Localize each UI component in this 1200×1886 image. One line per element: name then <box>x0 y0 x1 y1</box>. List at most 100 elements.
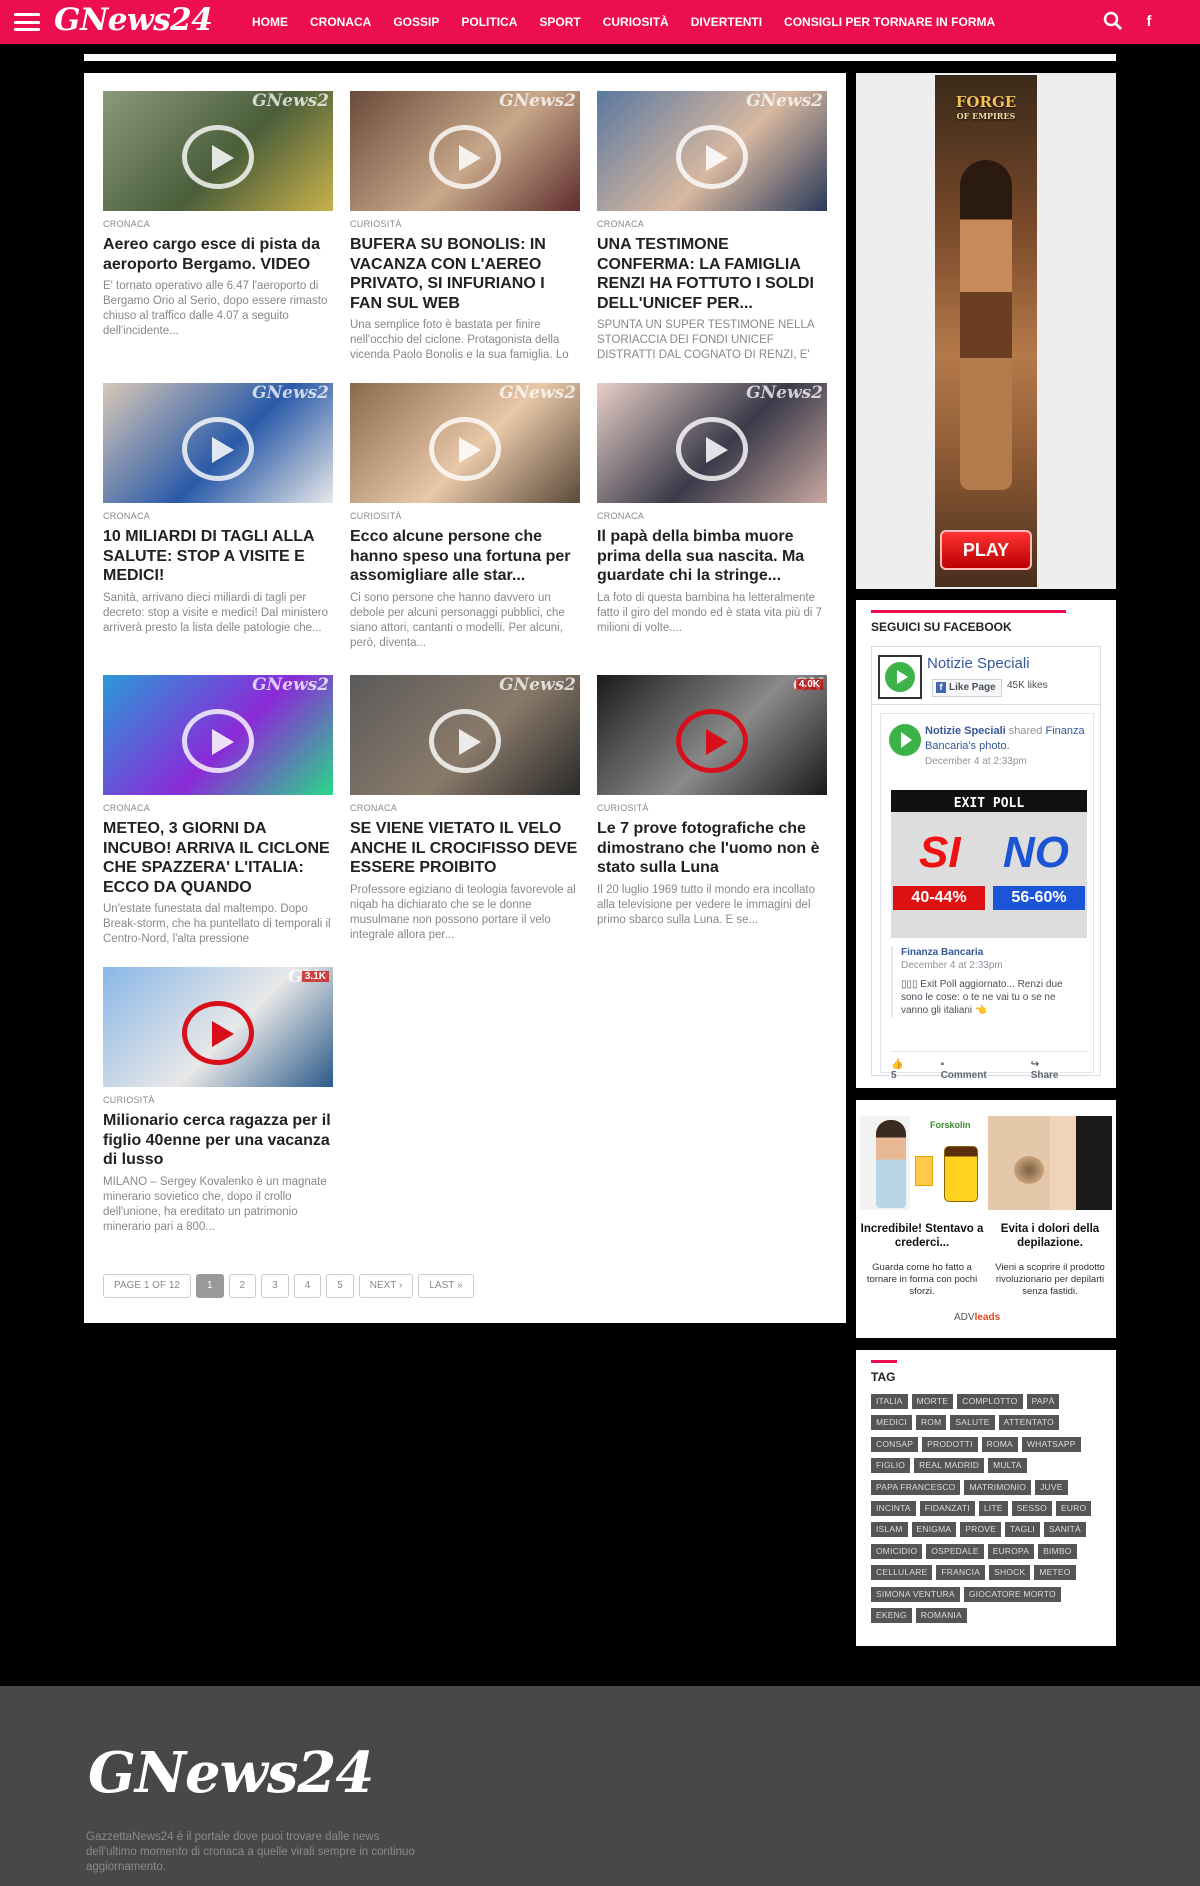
tag-enigma[interactable]: ENIGMA <box>911 1522 957 1538</box>
page-5-button[interactable]: 5 <box>326 1274 354 1298</box>
tag-real-madrid[interactable]: REAL MADRID <box>914 1458 985 1474</box>
tag-bimbo[interactable]: BIMBO <box>1038 1543 1077 1559</box>
menu-item-sport[interactable]: SPORT <box>539 0 580 44</box>
ad-title-1[interactable]: Incredibile! Stentavo a crederci... <box>860 1222 984 1250</box>
tag-francia[interactable]: FRANCIA <box>936 1565 986 1581</box>
tag-juve[interactable]: JUVE <box>1035 1479 1068 1495</box>
article-title[interactable]: Aereo cargo esce di pista da aeroporto B… <box>103 235 333 274</box>
post-author[interactable]: Notizie Speciali <box>925 725 1006 737</box>
article-title[interactable]: METEO, 3 GIORNI DA INCUBO! ARRIVA IL CIC… <box>103 819 333 897</box>
menu-item-consigli-per-tornare-in-forma[interactable]: CONSIGLI PER TORNARE IN FORMA <box>784 0 995 44</box>
article-thumbnail[interactable]: GNews2 <box>350 675 580 795</box>
article-category[interactable]: CURIOSITÀ <box>350 219 580 229</box>
article-thumbnail[interactable]: GN4.0K <box>597 675 827 795</box>
page-2-button[interactable]: 2 <box>228 1274 257 1298</box>
tag-prodotti[interactable]: PRODOTTI <box>922 1436 978 1452</box>
article-thumbnail[interactable]: GNe3.1K <box>103 967 333 1087</box>
menu-item-cronaca[interactable]: CRONACA <box>310 0 371 44</box>
play-icon[interactable] <box>182 709 254 773</box>
ad-image-depilation[interactable] <box>988 1116 1112 1210</box>
tag-multa[interactable]: MULTA <box>988 1458 1027 1474</box>
ad-image-forskolin[interactable]: Forskolin <box>860 1116 984 1210</box>
play-icon[interactable] <box>676 125 748 189</box>
tag-ekeng[interactable]: EKENG <box>871 1607 912 1623</box>
like-page-button[interactable]: Like Page <box>932 679 1002 697</box>
share-button[interactable]: ↪ Share <box>1031 1059 1081 1081</box>
tag-sesso[interactable]: SESSO <box>1011 1500 1052 1516</box>
tag-ospedale[interactable]: OSPEDALE <box>926 1543 984 1559</box>
article-title[interactable]: SE VIENE VIETATO IL VELO ANCHE IL CROCIF… <box>350 819 580 878</box>
article-thumbnail[interactable]: GNews2 <box>103 383 333 503</box>
play-icon[interactable] <box>182 1001 254 1065</box>
article-title[interactable]: Il papà della bimba muore prima della su… <box>597 527 827 586</box>
article-title[interactable]: 10 MILIARDI DI TAGLI ALLA SALUTE: STOP A… <box>103 527 333 586</box>
page-1-button[interactable]: 1 <box>195 1274 224 1298</box>
tag-consap[interactable]: CONSAP <box>871 1436 919 1452</box>
tag-pap-[interactable]: PAPÀ <box>1026 1394 1060 1409</box>
tag-euro[interactable]: EURO <box>1055 1500 1092 1516</box>
facebook-icon[interactable]: f <box>1138 11 1160 33</box>
tag-morte[interactable]: MORTE <box>911 1394 954 1409</box>
article-title[interactable]: Milionario cerca ragazza per il figlio 4… <box>103 1111 333 1170</box>
tag-europa[interactable]: EUROPA <box>987 1543 1035 1559</box>
hamburger-icon[interactable] <box>14 13 40 31</box>
page-avatar[interactable] <box>878 655 922 699</box>
play-icon[interactable] <box>182 125 254 189</box>
tag-lite[interactable]: LITE <box>978 1500 1008 1516</box>
tag-omicidio[interactable]: OMICIDIO <box>871 1543 923 1559</box>
article-title[interactable]: BUFERA SU BONOLIS: IN VACANZA CON L'AERE… <box>350 235 580 313</box>
tag-matrimonio[interactable]: MATRIMONIO <box>964 1479 1032 1495</box>
like-reaction[interactable]: 👍 5 <box>891 1059 919 1081</box>
tag-islam[interactable]: ISLAM <box>871 1522 908 1538</box>
post-avatar[interactable] <box>889 724 921 756</box>
tag-italia[interactable]: ITALIA <box>871 1394 908 1409</box>
play-icon[interactable] <box>429 709 501 773</box>
menu-item-home[interactable]: HOME <box>252 0 288 44</box>
article-thumbnail[interactable]: GNews2 <box>350 383 580 503</box>
menu-item-politica[interactable]: POLITICA <box>461 0 517 44</box>
article-category[interactable]: CURIOSITÀ <box>350 511 580 521</box>
tag-romania[interactable]: ROMANIA <box>915 1607 967 1623</box>
tag-meteo[interactable]: METEO <box>1034 1565 1076 1581</box>
shared-post-author[interactable]: Finanza Bancaria <box>901 946 1081 959</box>
article-category[interactable]: CURIOSITÀ <box>103 1095 333 1105</box>
exit-poll-image[interactable]: EXIT POLL SI NO 40-44% 56-60% <box>891 790 1087 938</box>
article-category[interactable]: CURIOSITÀ <box>597 803 827 813</box>
tag-papa-francesco[interactable]: PAPA FRANCESCO <box>871 1479 961 1495</box>
footer-logo[interactable]: GNews24 <box>88 1740 374 1806</box>
article-thumbnail[interactable]: GNews2 <box>597 91 827 211</box>
play-icon[interactable] <box>676 417 748 481</box>
post-date[interactable]: December 4 at 2:33pm <box>925 754 1090 769</box>
article-title[interactable]: Le 7 prove fotografiche che dimostrano c… <box>597 819 827 878</box>
tag-roma[interactable]: ROMA <box>981 1436 1018 1452</box>
article-thumbnail[interactable]: GNews2 <box>350 91 580 211</box>
article-category[interactable]: CRONACA <box>597 219 827 229</box>
tag-giocatore-morto[interactable]: GIOCATORE MORTO <box>963 1586 1061 1602</box>
game-ad-play-button[interactable]: PLAY <box>940 530 1032 570</box>
adv-leads-logo[interactable]: ADVleads <box>954 1312 1000 1323</box>
last-page-button[interactable]: LAST » <box>418 1274 474 1298</box>
tag-fidanzati[interactable]: FIDANZATI <box>919 1500 975 1516</box>
tag-whatsapp[interactable]: WHATSAPP <box>1021 1436 1081 1452</box>
article-category[interactable]: CRONACA <box>103 219 333 229</box>
page-4-button[interactable]: 4 <box>293 1274 322 1298</box>
menu-item-gossip[interactable]: GOSSIP <box>393 0 439 44</box>
ad-title-2[interactable]: Evita i dolori della depilazione. <box>988 1222 1112 1250</box>
search-icon[interactable] <box>1102 11 1124 33</box>
comment-button[interactable]: ▪ Comment <box>941 1059 1009 1081</box>
shared-post-date[interactable]: December 4 at 2:33pm <box>901 959 1081 972</box>
menu-item-curiosit-[interactable]: CURIOSITÀ <box>603 0 669 44</box>
tag-shock[interactable]: SHOCK <box>989 1565 1031 1581</box>
tag-figlio[interactable]: FIGLIO <box>871 1458 911 1474</box>
tag-rom[interactable]: ROM <box>915 1415 947 1431</box>
tag-salute[interactable]: SALUTE <box>950 1415 995 1431</box>
article-title[interactable]: UNA TESTIMONE CONFERMA: LA FAMIGLIA RENZ… <box>597 235 827 313</box>
tag-prove[interactable]: PROVE <box>960 1522 1002 1538</box>
article-category[interactable]: CRONACA <box>103 803 333 813</box>
tag-incinta[interactable]: INCINTA <box>871 1500 916 1516</box>
article-thumbnail[interactable]: GNews2 <box>103 675 333 795</box>
article-category[interactable]: CRONACA <box>103 511 333 521</box>
tag-cellulare[interactable]: CELLULARE <box>871 1565 933 1581</box>
play-icon[interactable] <box>429 417 501 481</box>
article-title[interactable]: Ecco alcune persone che hanno speso una … <box>350 527 580 586</box>
